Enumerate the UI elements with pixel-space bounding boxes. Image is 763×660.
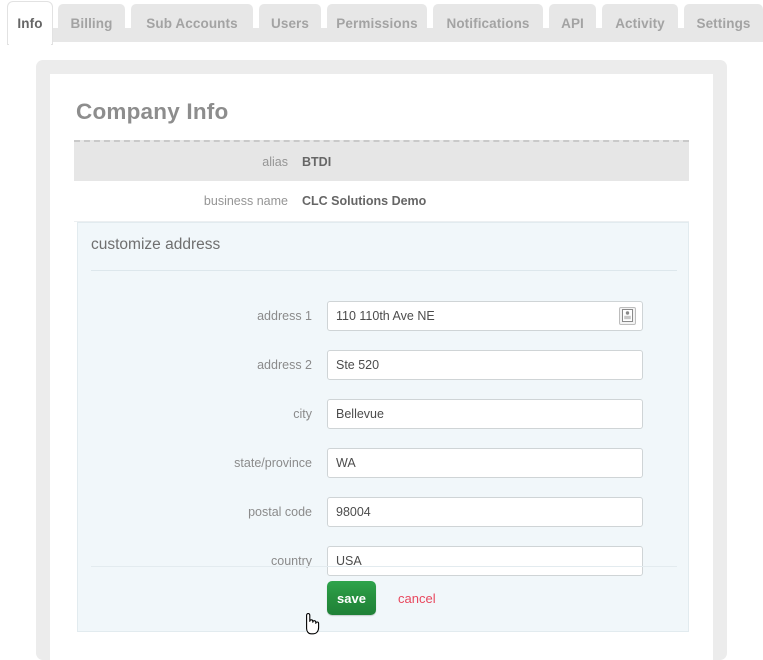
country-input[interactable] bbox=[327, 545, 643, 576]
address-2-input[interactable] bbox=[327, 349, 643, 380]
form-actions: save cancel bbox=[78, 581, 690, 615]
field-row-country: country bbox=[78, 536, 690, 585]
page-body: Company Info alias BTDI business name CL… bbox=[0, 42, 763, 660]
label-address-1: address 1 bbox=[257, 308, 312, 323]
field-row-address-2: address 2 bbox=[78, 340, 690, 389]
input-wrapper-address-1 bbox=[327, 300, 643, 331]
address-1-input[interactable] bbox=[327, 300, 643, 331]
company-info-table: alias BTDI business name CLC Solutions D… bbox=[74, 140, 689, 222]
info-value-business-name: CLC Solutions Demo bbox=[302, 194, 427, 208]
tab-bar: Info Billing Sub Accounts Users Permissions N… bbox=[0, 0, 763, 46]
tab-activity[interactable]: Activity bbox=[602, 4, 678, 42]
label-state-province: state/province bbox=[234, 455, 312, 470]
field-row-address-1: address 1 bbox=[78, 291, 690, 340]
info-label-business-name: business name bbox=[203, 194, 288, 208]
tab-bar-underline-gap bbox=[0, 28, 8, 42]
outer-frame: Company Info alias BTDI business name CL… bbox=[36, 60, 727, 660]
label-address-2: address 2 bbox=[257, 357, 312, 372]
page-title: Company Info bbox=[76, 99, 229, 124]
state-province-input[interactable] bbox=[327, 447, 643, 478]
input-wrapper-country bbox=[327, 545, 643, 576]
info-value-alias: BTDI bbox=[302, 154, 332, 169]
info-label-alias: alias bbox=[262, 154, 288, 169]
tab-info[interactable]: Info bbox=[8, 2, 52, 46]
postal-code-input[interactable] bbox=[327, 496, 643, 527]
input-wrapper-postal-code bbox=[327, 496, 643, 527]
tab-billing[interactable]: Billing bbox=[58, 4, 125, 42]
tab-notifications[interactable]: Notifications bbox=[433, 4, 543, 42]
tab-api[interactable]: API bbox=[549, 4, 596, 42]
field-row-postal-code: postal code bbox=[78, 487, 690, 536]
city-input[interactable] bbox=[327, 398, 643, 429]
customize-address-title: customize address bbox=[91, 236, 221, 253]
table-row: business name CLC Solutions Demo bbox=[74, 181, 689, 222]
cancel-link[interactable]: cancel bbox=[398, 591, 436, 606]
customize-address-panel: customize address address 1 address 2 city… bbox=[77, 222, 689, 632]
tab-users[interactable]: Users bbox=[259, 4, 321, 42]
field-row-state-province: state/province bbox=[78, 438, 690, 487]
field-row-city: city bbox=[78, 389, 690, 438]
save-button[interactable]: save bbox=[327, 581, 376, 615]
tab-settings[interactable]: Settings bbox=[684, 4, 763, 42]
content-card: Company Info alias BTDI business name CL… bbox=[50, 74, 713, 660]
address-card-autofill-icon[interactable] bbox=[619, 306, 636, 325]
tab-permissions[interactable]: Permissions bbox=[327, 4, 427, 42]
input-wrapper-address-2 bbox=[327, 349, 643, 380]
input-wrapper-state-province bbox=[327, 447, 643, 478]
panel-divider bbox=[91, 270, 677, 271]
input-wrapper-city bbox=[327, 398, 643, 429]
action-divider bbox=[91, 566, 677, 567]
label-city: city bbox=[293, 406, 312, 421]
table-row: alias BTDI bbox=[74, 140, 689, 181]
label-postal-code: postal code bbox=[248, 504, 312, 519]
tab-sub-accounts[interactable]: Sub Accounts bbox=[131, 4, 253, 42]
